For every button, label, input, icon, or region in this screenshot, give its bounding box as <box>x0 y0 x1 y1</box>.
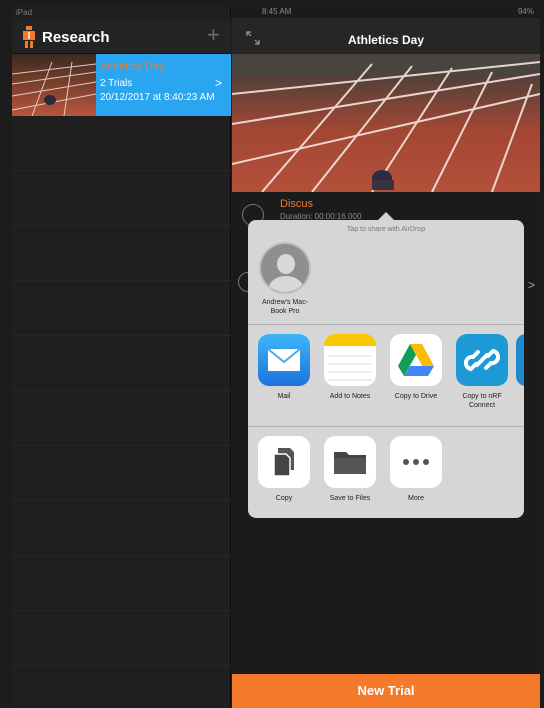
project-trial-count: 2 Trials <box>100 78 133 89</box>
share-action-label: Save to Files <box>329 495 371 502</box>
share-sheet: Tap to share with AirDrop Andrew's Mac-B… <box>248 212 524 518</box>
project-list-item[interactable]: Athletics Day 2 Trials 20/12/2017 at 8:4… <box>12 54 231 116</box>
share-app-mail[interactable]: Mail <box>254 334 314 401</box>
share-app-label: Add to Notes <box>329 393 371 400</box>
share-app-drive[interactable]: Copy to Drive <box>386 334 446 401</box>
nrf-connect-icon <box>456 334 508 386</box>
sidebar-title: Research <box>42 29 110 46</box>
app-icon <box>516 334 524 386</box>
divider <box>248 324 524 325</box>
mail-icon <box>258 334 310 386</box>
app-logo-icon <box>23 26 35 48</box>
project-thumbnail <box>12 54 96 116</box>
status-bar: 8:45 AM 94% <box>232 6 540 18</box>
chevron-right-icon: > <box>528 278 536 292</box>
status-battery: 94% <box>517 7 534 16</box>
ipad-screen: iPad Research + Athletics Day 2 Trials 2… <box>12 6 540 708</box>
airdrop-target[interactable]: Andrew's Mac-Book Pro <box>256 242 314 316</box>
share-sheet-panel: Tap to share with AirDrop Andrew's Mac-B… <box>248 220 524 518</box>
page-title: Athletics Day <box>347 33 425 47</box>
share-app-label: Copy to Drive <box>394 393 438 400</box>
share-app-label: Mail <box>277 393 291 400</box>
chevron-right-icon: > <box>215 76 223 90</box>
share-action-copy[interactable]: Copy <box>254 436 314 503</box>
share-app-nrf-connect[interactable]: Copy to nRF Connect <box>452 334 512 410</box>
share-action-save-to-files[interactable]: Save to Files <box>320 436 380 503</box>
share-app-more-partial[interactable] <box>516 334 524 386</box>
popover-arrow <box>378 212 394 220</box>
status-time: 8:45 AM <box>262 7 292 16</box>
trial-name: Discus <box>280 198 314 210</box>
project-date: 20/12/2017 at 8:40:23 AM <box>100 92 215 103</box>
divider <box>248 426 524 427</box>
new-trial-button[interactable]: New Trial <box>232 674 540 708</box>
person-silhouette-icon <box>277 254 295 274</box>
airdrop-target-name: Andrew's Mac-Book Pro <box>261 299 309 315</box>
video-preview[interactable] <box>232 54 540 192</box>
share-action-label: More <box>408 495 424 502</box>
project-name: Athletics Day <box>100 61 165 73</box>
airdrop-hint: Tap to share with AirDrop <box>346 226 426 233</box>
folder-icon <box>324 436 376 488</box>
notes-icon <box>324 334 376 386</box>
add-project-button[interactable]: + <box>207 24 220 46</box>
share-action-label: Copy <box>275 495 293 502</box>
share-app-notes[interactable]: Add to Notes <box>320 334 380 401</box>
detail-header: Athletics Day <box>232 18 540 54</box>
share-action-more[interactable]: More <box>386 436 446 503</box>
sidebar-header: Research + <box>12 20 231 54</box>
empty-list-separators <box>12 116 231 666</box>
drive-icon <box>390 334 442 386</box>
share-app-label: Copy to nRF Connect <box>462 393 502 409</box>
sidebar: iPad Research + Athletics Day 2 Trials 2… <box>12 6 231 708</box>
copy-icon <box>258 436 310 488</box>
status-device-label: iPad <box>16 8 33 17</box>
more-icon <box>390 436 442 488</box>
avatar <box>259 242 311 294</box>
